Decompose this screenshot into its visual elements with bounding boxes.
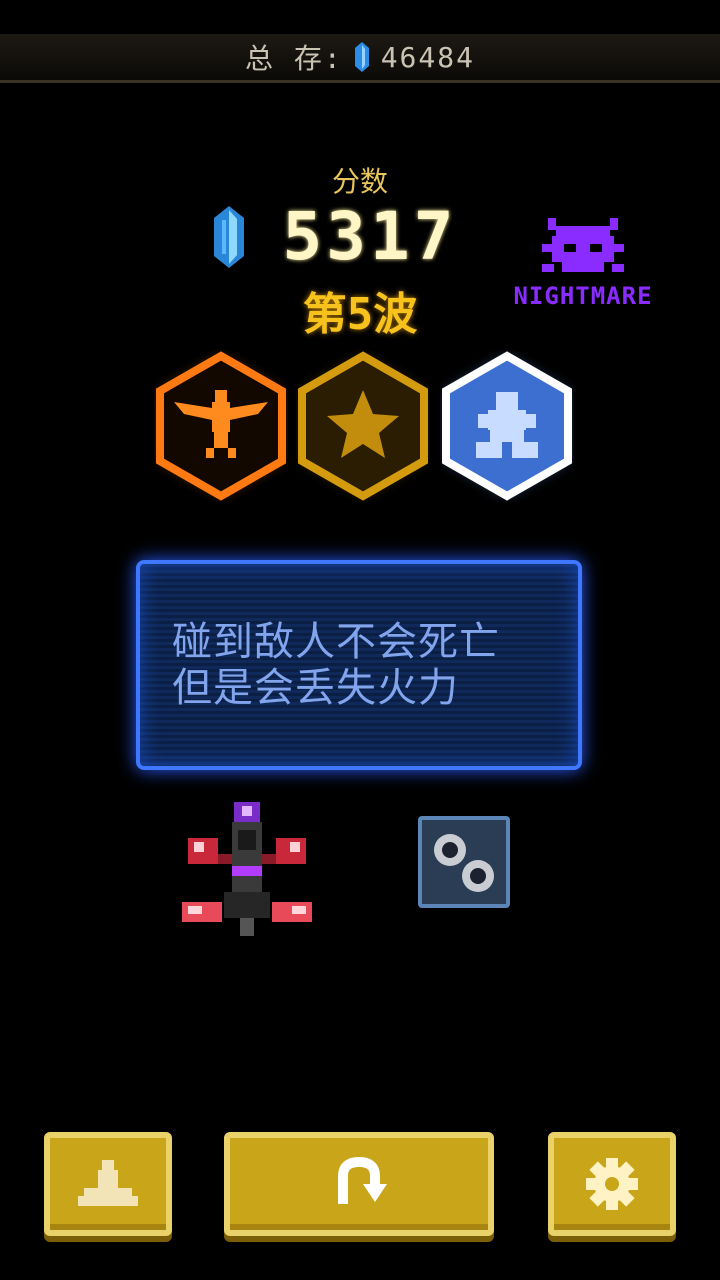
tip-line-2: 但是会丢失火力 bbox=[172, 665, 459, 711]
total-storage-bar: 总 存: 46484 bbox=[0, 34, 720, 83]
blue-crystal-icon bbox=[354, 42, 369, 72]
score-value: 5317 bbox=[282, 198, 458, 275]
score-label: 分数 bbox=[331, 165, 388, 198]
score-crystal-icon bbox=[214, 206, 244, 268]
difficulty-label: NIGHTMARE bbox=[513, 282, 653, 310]
twin-orb-powerup-icon bbox=[418, 816, 510, 908]
gear-icon bbox=[586, 1158, 638, 1210]
settings-button[interactable] bbox=[548, 1132, 676, 1236]
player-ship-icon bbox=[182, 802, 312, 936]
star-medal-icon bbox=[298, 351, 428, 501]
tip-message-box: 碰到敌人不会死亡 但是会丢失火力 bbox=[136, 560, 582, 770]
hangar-button[interactable] bbox=[44, 1132, 172, 1236]
tip-line-1: 碰到敌人不会死亡 bbox=[172, 619, 500, 665]
retry-arrow-icon bbox=[338, 1156, 387, 1204]
robot-medal-icon bbox=[442, 351, 572, 501]
ship-hangar-icon bbox=[78, 1160, 138, 1206]
total-label: 总 存: bbox=[244, 42, 343, 75]
eagle-medal-icon bbox=[156, 351, 286, 501]
total-value: 46484 bbox=[380, 40, 475, 74]
retry-button[interactable] bbox=[224, 1132, 494, 1236]
